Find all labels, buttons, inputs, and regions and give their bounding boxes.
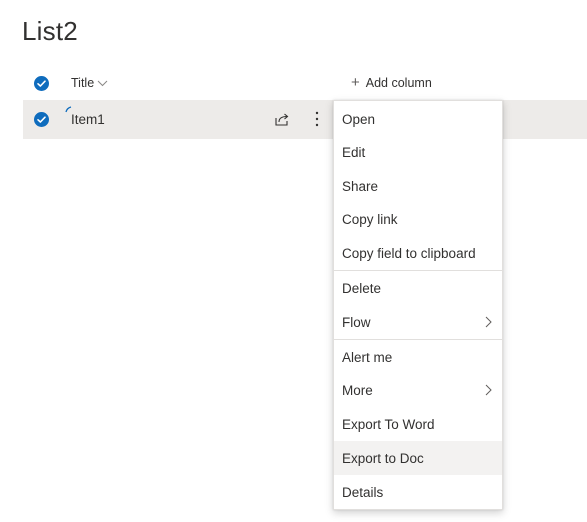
menu-item-label: Alert me bbox=[342, 349, 393, 365]
context-menu: Open Edit Share Copy link Copy field to … bbox=[333, 100, 503, 510]
more-vertical-icon[interactable] bbox=[312, 110, 322, 128]
menu-item-label: Copy field to clipboard bbox=[342, 245, 476, 261]
chevron-right-icon bbox=[485, 316, 492, 328]
select-all-checkbox[interactable] bbox=[34, 76, 49, 91]
add-column-button[interactable]: + Add column bbox=[351, 74, 432, 91]
title-column-header[interactable]: Title bbox=[71, 76, 108, 90]
menu-item-share[interactable]: Share bbox=[334, 169, 502, 203]
checkmark-icon bbox=[37, 80, 46, 87]
checkmark-icon bbox=[37, 116, 46, 123]
plus-icon: + bbox=[351, 74, 360, 91]
title-column-label: Title bbox=[71, 76, 95, 90]
menu-item-label: More bbox=[342, 382, 373, 398]
menu-item-more[interactable]: More bbox=[334, 373, 502, 407]
chevron-down-icon bbox=[97, 80, 108, 87]
chevron-right-icon bbox=[485, 384, 492, 396]
menu-item-copy-field[interactable]: Copy field to clipboard bbox=[334, 236, 502, 270]
row-checkbox[interactable] bbox=[34, 112, 49, 127]
menu-item-copy-link[interactable]: Copy link bbox=[334, 202, 502, 236]
menu-item-export-to-doc[interactable]: Export to Doc bbox=[334, 441, 502, 475]
add-column-label: Add column bbox=[365, 76, 432, 90]
menu-item-flow[interactable]: Flow bbox=[334, 305, 502, 339]
menu-item-label: Copy link bbox=[342, 211, 398, 227]
menu-item-details[interactable]: Details bbox=[334, 475, 502, 509]
menu-item-label: Edit bbox=[342, 144, 366, 160]
menu-item-label: Details bbox=[342, 484, 384, 500]
menu-item-edit[interactable]: Edit bbox=[334, 135, 502, 169]
menu-item-alert-me[interactable]: Alert me bbox=[334, 340, 502, 374]
menu-item-delete[interactable]: Delete bbox=[334, 271, 502, 305]
menu-item-label: Open bbox=[342, 111, 376, 127]
menu-item-open[interactable]: Open bbox=[334, 102, 502, 136]
menu-item-label: Delete bbox=[342, 280, 382, 296]
menu-item-label: Export To Word bbox=[342, 416, 435, 432]
list-page: List2 Title + Add column Item1 Open Edit… bbox=[0, 0, 587, 522]
page-title: List2 bbox=[22, 16, 78, 46]
item-title-link[interactable]: Item1 bbox=[71, 112, 105, 127]
menu-item-label: Flow bbox=[342, 314, 371, 330]
menu-item-label: Share bbox=[342, 178, 379, 194]
menu-item-label: Export to Doc bbox=[342, 450, 424, 466]
menu-item-export-to-word[interactable]: Export To Word bbox=[334, 407, 502, 441]
share-icon[interactable] bbox=[274, 111, 290, 127]
